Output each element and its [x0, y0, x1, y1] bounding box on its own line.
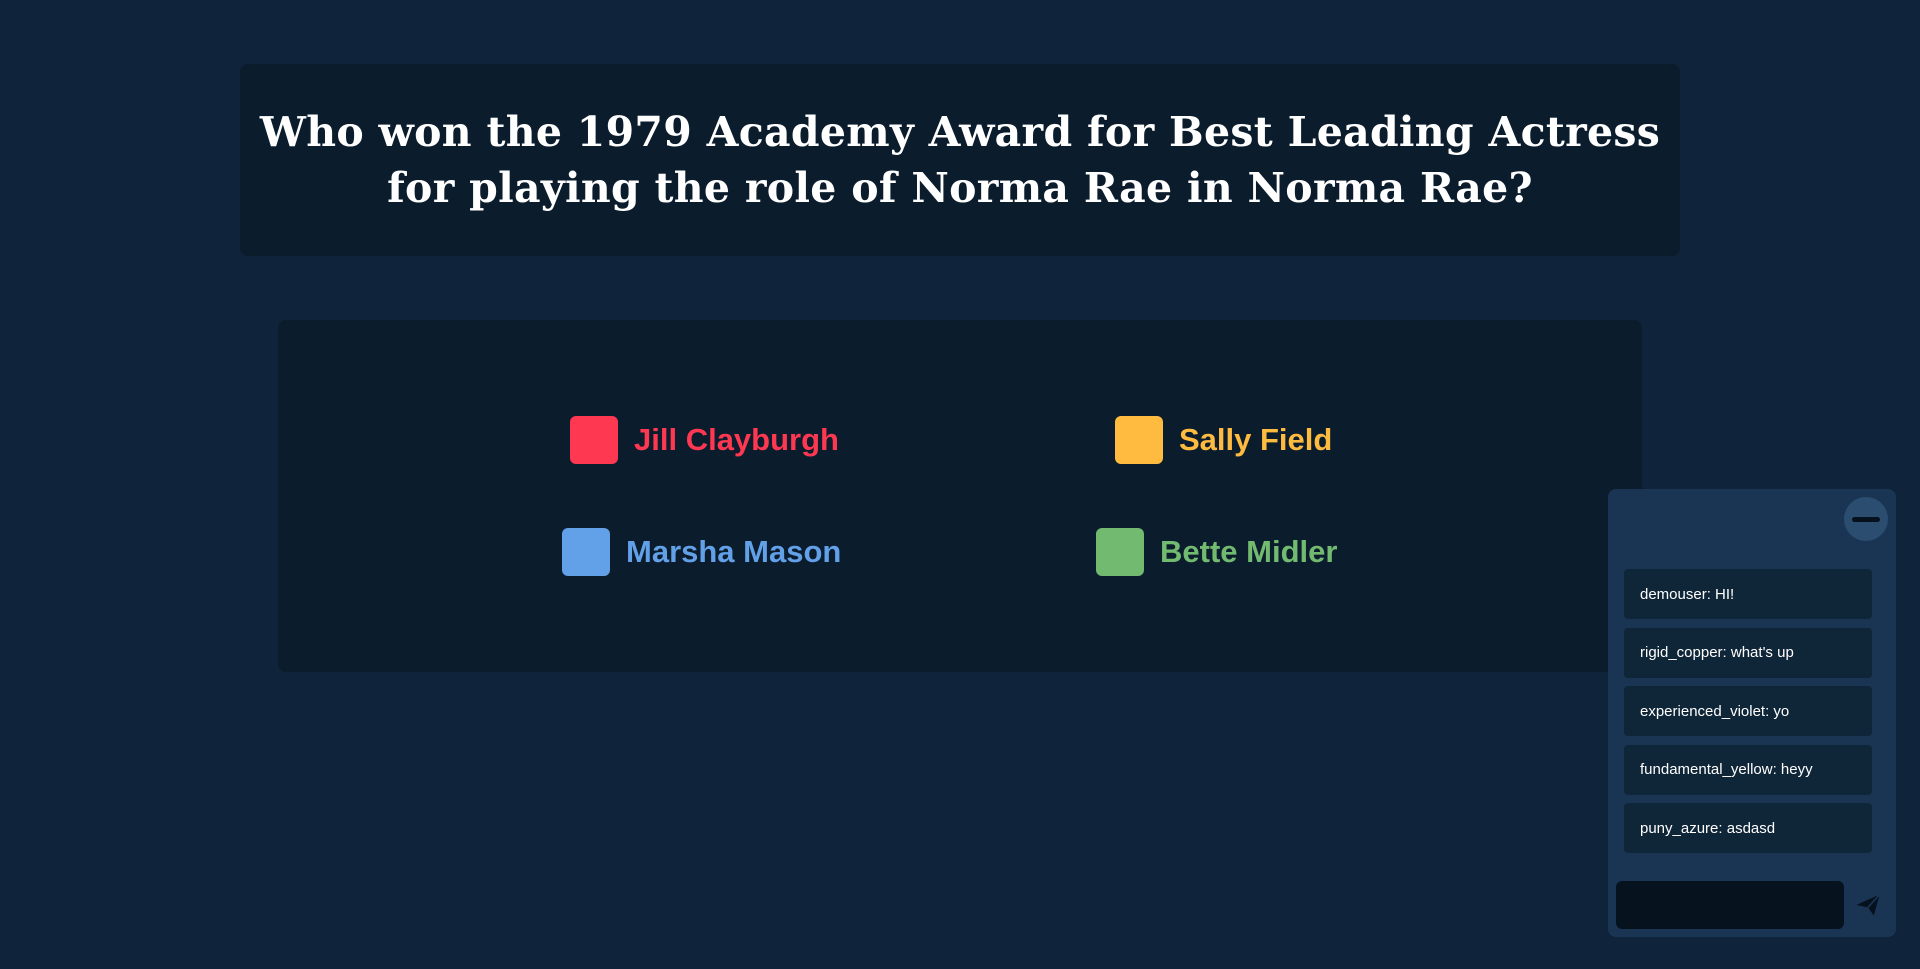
chat-message: demouser: HI! [1624, 569, 1872, 619]
answer-color-swatch [570, 416, 618, 464]
chat-message: puny_azure: asdasd [1624, 803, 1872, 853]
answer-option-marsha-mason[interactable]: Marsha Mason [562, 528, 841, 576]
chat-message-list: demouser: HI! rigid_copper: what's up ex… [1624, 569, 1872, 862]
answer-label: Jill Clayburgh [634, 422, 839, 457]
quiz-page: Who won the 1979 Academy Award for Best … [0, 0, 1920, 969]
answer-option-jill-clayburgh[interactable]: Jill Clayburgh [570, 416, 839, 464]
chat-message: fundamental_yellow: heyy [1624, 744, 1872, 795]
answer-label: Bette Midler [1160, 534, 1338, 569]
chat-message: rigid_copper: what's up [1624, 627, 1872, 678]
paper-plane-icon [1856, 893, 1881, 916]
answer-option-bette-midler[interactable]: Bette Midler [1096, 528, 1337, 576]
question-card: Who won the 1979 Academy Award for Best … [240, 64, 1680, 256]
chat-message: experienced_violet: yo [1624, 686, 1872, 736]
answer-label: Sally Field [1179, 422, 1333, 457]
answer-color-swatch [1115, 416, 1163, 464]
answers-card: Jill Clayburgh Sally Field Marsha Mason … [278, 320, 1642, 672]
answer-color-swatch [562, 528, 610, 576]
answer-label: Marsha Mason [626, 534, 842, 569]
chat-panel: demouser: HI! rigid_copper: what's up ex… [1608, 489, 1896, 937]
chat-minimize-button[interactable] [1844, 497, 1888, 541]
answer-color-swatch [1096, 528, 1144, 576]
chat-input[interactable] [1616, 881, 1844, 929]
answer-option-sally-field[interactable]: Sally Field [1115, 416, 1332, 464]
chat-send-button[interactable] [1852, 889, 1884, 921]
minus-icon [1852, 516, 1880, 522]
question-text: Who won the 1979 Academy Award for Best … [259, 108, 1661, 212]
